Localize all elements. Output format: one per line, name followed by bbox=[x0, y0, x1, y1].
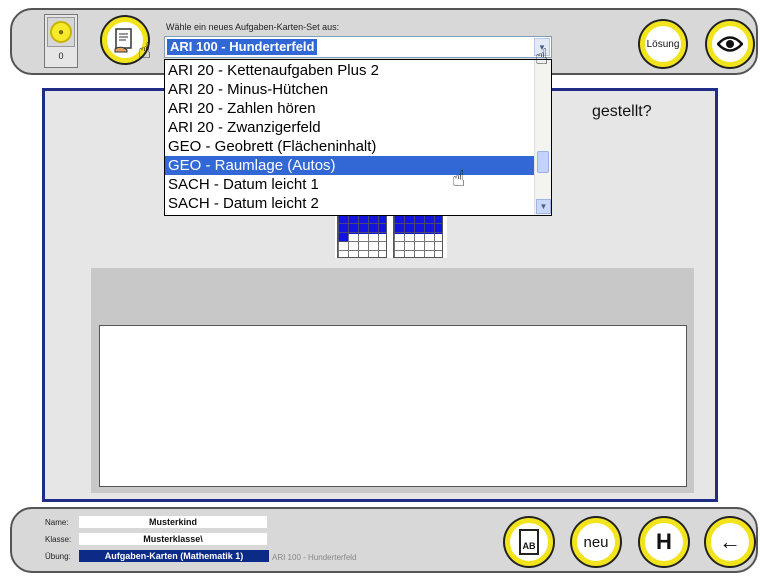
hundred-field-image bbox=[335, 213, 447, 258]
hint-count: 0 bbox=[58, 51, 64, 61]
scroll-down-icon[interactable]: ▼ bbox=[536, 199, 551, 214]
new-button[interactable]: neu bbox=[572, 518, 620, 566]
dropdown-option[interactable]: SACH - Datum leicht 2 bbox=[165, 194, 535, 213]
show-button[interactable] bbox=[707, 21, 753, 67]
help-button[interactable]: H bbox=[640, 518, 688, 566]
question-text-end: gestellt? bbox=[592, 103, 652, 120]
dropdown-scrollbar[interactable]: ▼ bbox=[534, 60, 551, 215]
dropdown-option[interactable]: SACH - Datum leicht 1 bbox=[165, 175, 535, 194]
hint-counter: ● 0 bbox=[44, 14, 78, 68]
dropdown-option[interactable]: GEO - Geobrett (Flächeninhalt) bbox=[165, 137, 535, 156]
eye-icon bbox=[717, 36, 743, 52]
card-document-icon bbox=[114, 28, 132, 53]
back-button[interactable]: ← bbox=[706, 518, 754, 566]
card-set-select[interactable]: ARI 100 - Hunderterfeld ▼ bbox=[164, 36, 552, 58]
hundred-field-right bbox=[393, 213, 443, 258]
card-set-select-label: Wähle ein neues Aufgaben-Karten-Set aus: bbox=[166, 22, 340, 32]
uebung-label: Übung: bbox=[45, 552, 71, 561]
dropdown-option[interactable]: ARI 20 - Zwanzigerfeld bbox=[165, 118, 535, 137]
worksheet-icon: AB bbox=[519, 529, 539, 555]
bottom-toolbar: Name: Musterkind Klasse: Musterklasse\ Ü… bbox=[10, 507, 758, 573]
solution-button[interactable]: Lösung bbox=[640, 21, 686, 67]
worksheet-button[interactable]: AB bbox=[505, 518, 553, 566]
card-set-select-value: ARI 100 - Hunderterfeld bbox=[167, 39, 318, 55]
hundred-field-left bbox=[337, 213, 387, 258]
klasse-label: Klasse: bbox=[45, 535, 72, 544]
answer-input-area[interactable] bbox=[99, 325, 687, 487]
klasse-field: Musterklasse\ bbox=[79, 533, 267, 545]
dropdown-option[interactable]: ARI 20 - Minus-Hütchen bbox=[165, 80, 535, 99]
name-label: Name: bbox=[45, 518, 69, 527]
uebung-detail: ARI 100 - Hunderterfeld bbox=[272, 553, 357, 562]
answer-panel bbox=[91, 268, 694, 493]
hand-cursor-icon: ☝ bbox=[535, 44, 549, 69]
card-set-dropdown-list[interactable]: ARI 20 - Kettenaufgaben Plus 2 ARI 20 - … bbox=[164, 59, 552, 216]
hand-cursor-icon: ☝ bbox=[138, 38, 152, 63]
hint-button[interactable]: ● bbox=[47, 17, 75, 47]
dropdown-option[interactable]: ARI 20 - Kettenaufgaben Plus 2 bbox=[165, 61, 535, 80]
uebung-field: Aufgaben-Karten (Mathematik 1) bbox=[79, 550, 269, 562]
name-field: Musterkind bbox=[79, 516, 267, 528]
lightbulb-icon: ● bbox=[50, 21, 72, 43]
scrollbar-thumb[interactable] bbox=[537, 151, 549, 173]
dropdown-option[interactable]: ARI 20 - Zahlen hören bbox=[165, 99, 535, 118]
hand-cursor-icon: ☝ bbox=[452, 166, 466, 191]
dropdown-option-selected[interactable]: GEO - Raumlage (Autos) bbox=[165, 156, 535, 175]
